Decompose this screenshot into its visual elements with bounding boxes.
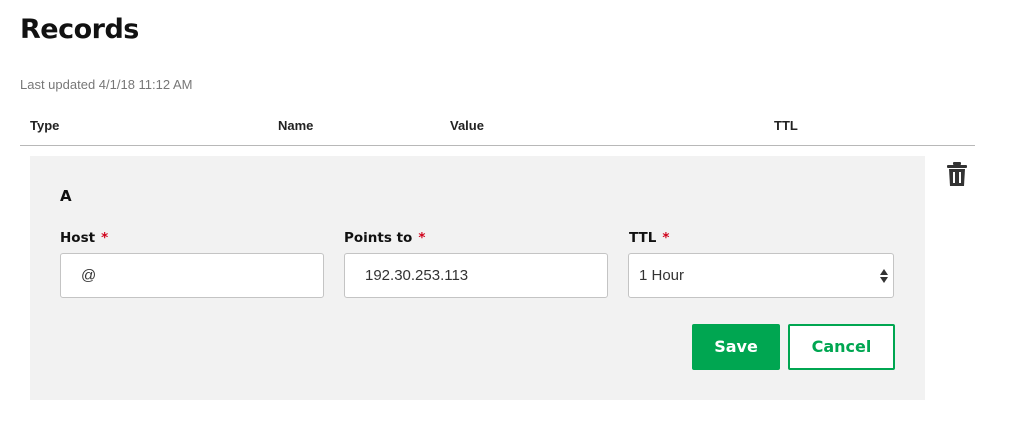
points-to-input[interactable] — [344, 253, 608, 298]
record-type-label: A — [60, 187, 72, 205]
points-to-label: Points to * — [344, 230, 425, 246]
table-header: Type Name Value TTL — [20, 110, 975, 146]
cancel-button[interactable]: Cancel — [788, 324, 895, 370]
points-to-label-text: Points to — [344, 230, 413, 246]
ttl-select[interactable]: 1 Hour — [628, 253, 894, 298]
host-input[interactable] — [60, 253, 324, 298]
page-title: Records — [20, 14, 139, 45]
column-header-type: Type — [30, 118, 60, 133]
trash-icon — [947, 162, 967, 186]
select-arrows-icon — [880, 269, 888, 283]
ttl-select-value: 1 Hour — [639, 267, 685, 284]
required-marker: * — [662, 230, 670, 246]
required-marker: * — [418, 230, 426, 246]
host-label-text: Host — [60, 230, 96, 246]
last-updated-text: Last updated 4/1/18 11:12 AM — [20, 77, 193, 92]
ttl-label-text: TTL — [629, 230, 657, 246]
host-label: Host * — [60, 230, 108, 246]
ttl-label: TTL * — [629, 230, 669, 246]
delete-record-button[interactable] — [946, 161, 968, 187]
column-header-value: Value — [450, 118, 484, 133]
required-marker: * — [101, 230, 109, 246]
column-header-name: Name — [278, 118, 314, 133]
record-edit-panel: A Host * Points to * TTL * 1 Hour Save Canc… — [30, 156, 925, 400]
column-header-ttl: TTL — [774, 118, 798, 133]
save-button[interactable]: Save — [692, 324, 780, 370]
